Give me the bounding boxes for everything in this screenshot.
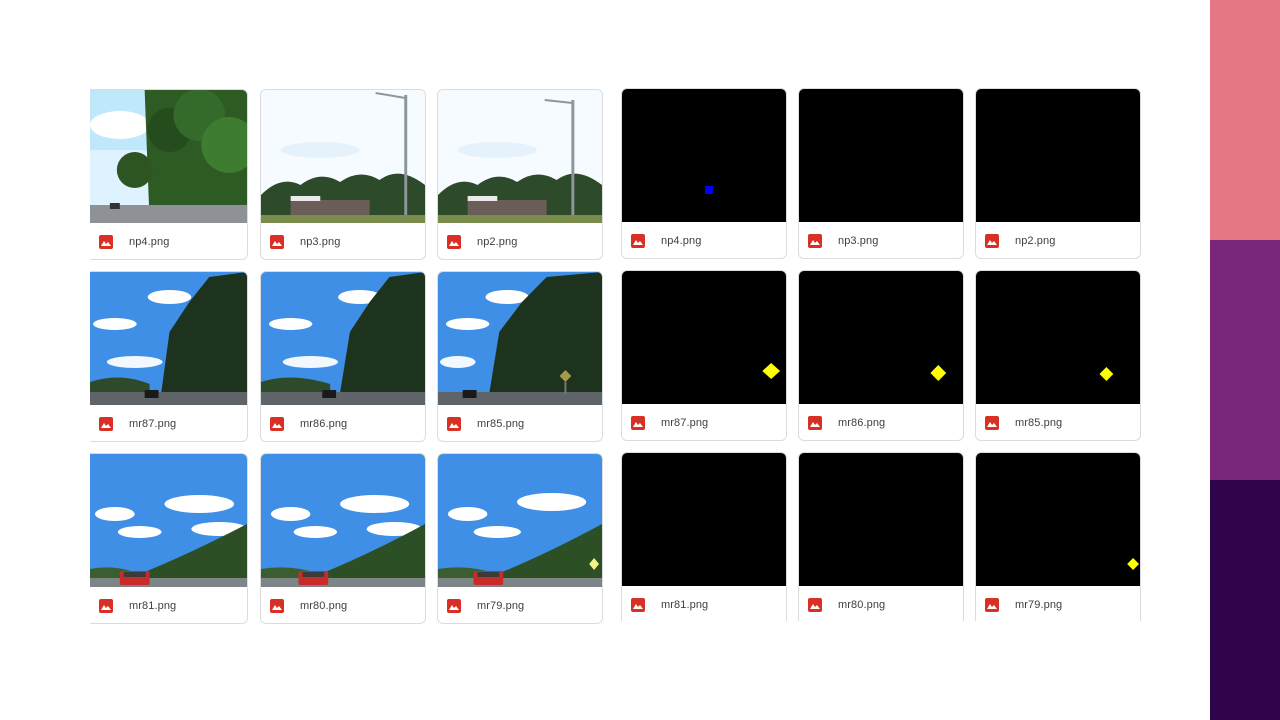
file-card[interactable]: np4.png — [621, 88, 787, 259]
image-file-icon — [631, 598, 645, 612]
file-name: mr81.png — [661, 599, 709, 611]
image-file-icon — [985, 416, 999, 430]
file-caption: mr79.png — [976, 586, 1140, 621]
file-name: mr87.png — [129, 418, 177, 430]
image-file-icon — [99, 599, 113, 613]
image-file-icon — [447, 417, 461, 431]
file-card[interactable]: mr86.png — [798, 270, 964, 441]
mask-thumbnail — [622, 453, 786, 586]
file-card[interactable]: mr79.png — [437, 453, 603, 624]
image-thumbnail — [90, 272, 247, 405]
image-file-icon — [270, 599, 284, 613]
file-name: np3.png — [300, 236, 341, 248]
file-caption: np4.png — [622, 222, 786, 258]
file-name: np2.png — [1015, 235, 1056, 247]
mask-thumbnail — [976, 89, 1140, 222]
file-name: np2.png — [477, 236, 518, 248]
file-caption: mr80.png — [799, 586, 963, 621]
image-file-icon — [985, 598, 999, 612]
image-file-icon — [447, 599, 461, 613]
image-thumbnail — [90, 454, 247, 587]
image-file-icon — [808, 598, 822, 612]
file-card[interactable]: mr87.png — [621, 270, 787, 441]
file-caption: mr81.png — [90, 587, 247, 623]
image-file-icon — [631, 416, 645, 430]
file-name: mr79.png — [1015, 599, 1063, 611]
file-name: mr79.png — [477, 600, 525, 612]
image-file-icon — [631, 234, 645, 248]
file-card[interactable]: np2.png — [975, 88, 1141, 259]
file-caption: np2.png — [438, 223, 602, 259]
image-file-icon — [985, 234, 999, 248]
file-caption: mr85.png — [976, 404, 1140, 440]
file-name: np4.png — [129, 236, 170, 248]
file-card[interactable]: np3.png — [260, 89, 426, 260]
mask-thumbnail — [976, 453, 1140, 586]
file-card[interactable]: mr81.png — [621, 452, 787, 621]
image-file-icon — [99, 235, 113, 249]
file-name: mr86.png — [300, 418, 348, 430]
file-card[interactable]: mr80.png — [260, 453, 426, 624]
file-name: mr86.png — [838, 417, 886, 429]
mask-thumbnail — [976, 271, 1140, 404]
file-card[interactable]: np4.png — [90, 89, 248, 260]
file-caption: mr81.png — [622, 586, 786, 621]
image-thumbnail — [261, 90, 425, 223]
file-caption: mr85.png — [438, 405, 602, 441]
file-card[interactable]: mr79.png — [975, 452, 1141, 621]
file-name: mr87.png — [661, 417, 709, 429]
file-card[interactable]: mr80.png — [798, 452, 964, 621]
accent-stripe-pink — [1210, 0, 1280, 240]
image-file-icon — [808, 416, 822, 430]
file-card[interactable]: np3.png — [798, 88, 964, 259]
image-thumbnail — [261, 272, 425, 405]
file-caption: np3.png — [799, 222, 963, 258]
mask-thumbnail — [799, 453, 963, 586]
file-name: mr80.png — [300, 600, 348, 612]
image-file-icon — [99, 417, 113, 431]
file-caption: mr79.png — [438, 587, 602, 623]
file-caption: np3.png — [261, 223, 425, 259]
image-file-icon — [808, 234, 822, 248]
file-caption: mr80.png — [261, 587, 425, 623]
mask-thumbnail — [799, 271, 963, 404]
image-thumbnail — [438, 90, 602, 223]
mask-thumbnail — [622, 89, 786, 222]
file-card[interactable]: mr86.png — [260, 271, 426, 442]
file-caption: mr87.png — [622, 404, 786, 440]
image-file-icon — [270, 417, 284, 431]
file-card[interactable]: mr85.png — [437, 271, 603, 442]
file-name: np4.png — [661, 235, 702, 247]
image-file-icon — [270, 235, 284, 249]
file-caption: mr86.png — [799, 404, 963, 440]
file-name: mr81.png — [129, 600, 177, 612]
file-caption: np2.png — [976, 222, 1140, 258]
file-card[interactable]: mr85.png — [975, 270, 1141, 441]
image-thumbnail — [438, 272, 602, 405]
accent-stripe-purple — [1210, 240, 1280, 480]
mask-thumbnail — [622, 271, 786, 404]
file-card[interactable]: mr81.png — [90, 453, 248, 624]
image-file-icon — [447, 235, 461, 249]
file-name: mr85.png — [477, 418, 525, 430]
file-name: mr85.png — [1015, 417, 1063, 429]
file-card[interactable]: np2.png — [437, 89, 603, 260]
file-caption: np4.png — [90, 223, 247, 259]
mask-thumbnail — [799, 89, 963, 222]
file-name: mr80.png — [838, 599, 886, 611]
accent-stripe-dark-purple — [1210, 480, 1280, 720]
file-caption: mr87.png — [90, 405, 247, 441]
image-thumbnail — [438, 454, 602, 587]
image-thumbnail — [90, 90, 247, 223]
file-name: np3.png — [838, 235, 879, 247]
image-thumbnail — [261, 454, 425, 587]
file-card[interactable]: mr87.png — [90, 271, 248, 442]
file-caption: mr86.png — [261, 405, 425, 441]
